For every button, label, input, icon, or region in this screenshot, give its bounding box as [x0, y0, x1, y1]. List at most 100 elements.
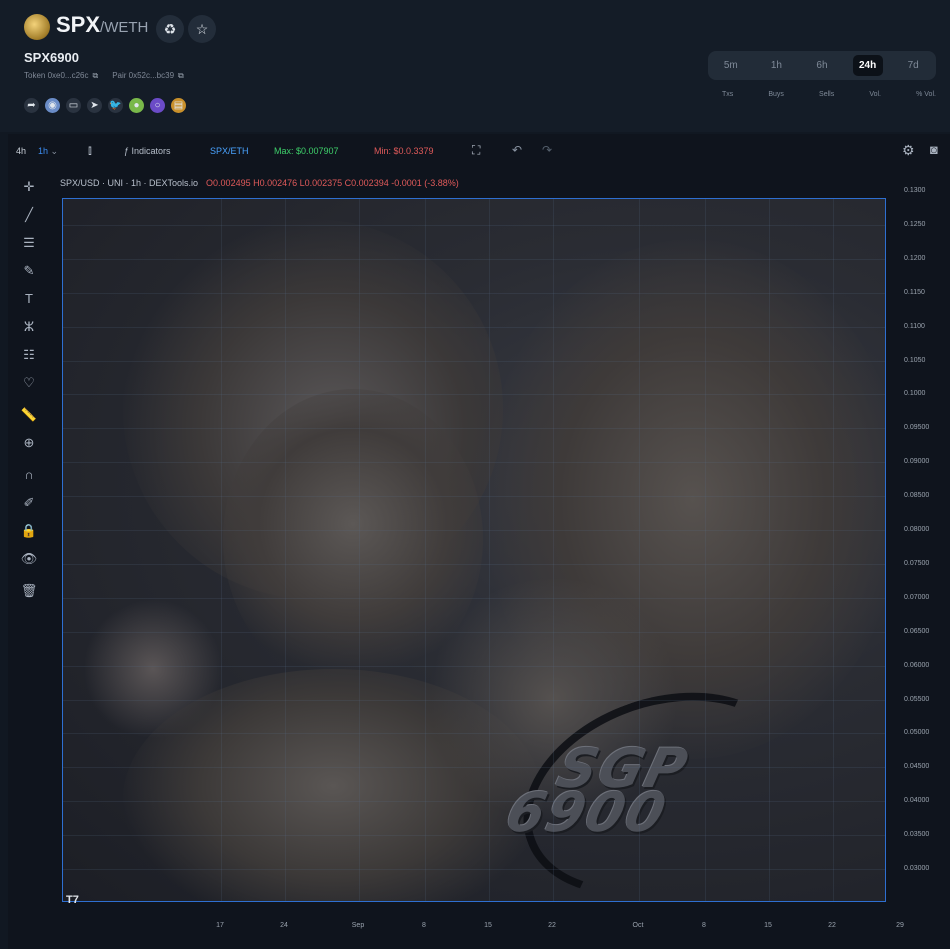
zoom-icon[interactable]: ⊕: [18, 432, 40, 454]
grid-line: [63, 462, 885, 464]
chart-plot-area[interactable]: SGP 6900: [62, 198, 886, 902]
token-header: SPX/WETH ♻ ☆ SPX6900 Token 0xe0...c26c ⧉ …: [0, 0, 950, 132]
brush-icon[interactable]: ✎: [18, 260, 40, 282]
timeframe-24h[interactable]: 24h: [852, 55, 883, 76]
website-icon[interactable]: ▭: [66, 98, 81, 113]
grid-line: [63, 665, 885, 667]
grid-line: [833, 199, 834, 901]
chart-toolbar: 4h 1h ⌄ ⫾ ƒ Indicators SPX/ETH Max: $0.0…: [8, 134, 950, 170]
sgp-logo-text: SGP 6900: [499, 737, 696, 844]
share-icon[interactable]: ➦: [24, 98, 39, 113]
legend-title: SPX/USD · UNI · 1h · DEXTools.io: [60, 178, 199, 188]
grid-line: [63, 530, 885, 532]
grid-line: [63, 699, 885, 701]
pair-address[interactable]: Pair 0x52c...bc39 ⧉: [112, 71, 184, 81]
x-tick-label: 29: [896, 922, 904, 929]
timeframe-6h[interactable]: 6h: [807, 55, 837, 76]
legend-ohlc: O0.002495 H0.002476 L0.002375 C0.002394 …: [206, 178, 459, 188]
grid-line: [63, 767, 885, 769]
x-tick-label: 24: [280, 922, 288, 929]
grid-line: [769, 199, 770, 901]
heart-icon[interactable]: ♡: [18, 372, 40, 394]
y-tick-label: 0.05000: [904, 729, 930, 737]
timeframe-selector: 5m 1h 6h 24h 7d: [708, 51, 936, 80]
bar-style-icon[interactable]: ⫾: [88, 143, 92, 158]
redo-icon[interactable]: ↷: [542, 143, 552, 157]
crosshair-icon[interactable]: ✛: [18, 176, 40, 198]
grid-line: [63, 428, 885, 430]
min-price: Min: $0.0.3379: [374, 146, 434, 156]
prediction-icon[interactable]: ☷: [18, 344, 40, 366]
grid-line: [63, 869, 885, 871]
x-tick-label: Oct: [632, 922, 644, 929]
grid-line: [63, 631, 885, 633]
quote-symbol: /WETH: [100, 19, 149, 36]
y-tick-label: 0.06500: [904, 627, 930, 635]
grid-line: [639, 199, 640, 901]
y-tick-label: 0.04000: [904, 797, 930, 805]
draw-lock-icon[interactable]: ✐: [18, 492, 40, 514]
grid-line: [553, 199, 554, 901]
pattern-icon[interactable]: ⵣ: [18, 316, 40, 338]
tradingview-logo[interactable]: T7: [66, 894, 79, 906]
grid-line: [221, 199, 222, 901]
grid-line: [63, 801, 885, 803]
trash-icon[interactable]: 🗑: [18, 580, 40, 602]
token-full-name: SPX6900: [24, 50, 79, 65]
y-tick-label: 0.1150: [904, 288, 925, 296]
copy-icon[interactable]: ⧉: [178, 71, 184, 80]
token-address[interactable]: Token 0xe0...c26c ⧉: [24, 71, 98, 81]
y-tick-label: 0.1100: [904, 322, 925, 330]
y-tick-label: 0.1000: [904, 390, 926, 398]
star-icon[interactable]: ☆: [188, 15, 216, 43]
y-tick-label: 0.08500: [904, 492, 930, 500]
undo-icon[interactable]: ↶: [512, 143, 522, 157]
telegram-icon[interactable]: ➤: [87, 98, 102, 113]
address-row: Token 0xe0...c26c ⧉ Pair 0x52c...bc39 ⧉: [24, 71, 184, 81]
audit-icon[interactable]: ▤: [171, 98, 186, 113]
y-tick-label: 0.1050: [904, 356, 926, 364]
grid-line: [285, 199, 286, 901]
fullscreen-icon[interactable]: ⛶: [472, 143, 480, 158]
y-tick-label: 0.03500: [904, 831, 930, 839]
social-links: ➦ ◉ ▭ ➤ 🐦 ● ○ ▤: [24, 98, 186, 113]
magnet-icon[interactable]: ∩: [18, 464, 40, 486]
lungs-icon[interactable]: ♻: [156, 15, 184, 43]
grid-line: [63, 224, 885, 226]
timeframe-7d[interactable]: 7d: [898, 55, 928, 76]
fib-icon[interactable]: ☰: [18, 232, 40, 254]
price-axis[interactable]: 0.1300 0.1250 0.1200 0.1150 0.1100 0.1050 0.10…: [898, 178, 948, 913]
etherscan-icon[interactable]: ◉: [45, 98, 60, 113]
grid-line: [63, 258, 885, 260]
timeframe-1h[interactable]: 1h: [761, 55, 791, 76]
x-tick-label: 15: [484, 922, 492, 929]
y-tick-label: 0.1300: [904, 187, 926, 194]
twitter-icon[interactable]: 🐦: [108, 98, 123, 113]
coingecko-icon[interactable]: ●: [129, 98, 144, 113]
eye-icon[interactable]: 👁: [18, 548, 40, 570]
copy-icon[interactable]: ⧉: [92, 71, 98, 80]
cmc-icon[interactable]: ○: [150, 98, 165, 113]
lock-icon[interactable]: 🔒: [18, 520, 40, 542]
text-icon[interactable]: T: [18, 288, 40, 310]
grid-line: [705, 199, 706, 901]
pair-toggle[interactable]: SPX/ETH: [210, 146, 249, 156]
settings-gear-icon[interactable]: ⚙: [902, 142, 915, 159]
grid-line: [63, 496, 885, 498]
grid-line: [425, 199, 426, 901]
interval-main[interactable]: 4h: [16, 146, 26, 156]
time-axis[interactable]: 17 24 Sep 8 15 22 Oct 8 15 22 29: [62, 922, 904, 938]
ruler-icon[interactable]: 📏: [18, 404, 40, 426]
camera-icon[interactable]: ◙: [930, 142, 938, 157]
interval-select[interactable]: 1h ⌄: [38, 146, 58, 157]
grid-line: [359, 199, 360, 901]
y-tick-label: 0.1200: [904, 254, 926, 262]
indicators-button[interactable]: ƒ Indicators: [124, 146, 171, 156]
y-tick-label: 0.1250: [904, 220, 926, 228]
trendline-icon[interactable]: ╱: [18, 204, 40, 226]
x-tick-label: 15: [764, 922, 772, 929]
function-icon: ƒ: [124, 146, 130, 156]
grid-line: [63, 360, 885, 362]
timeframe-5m[interactable]: 5m: [716, 55, 746, 76]
grid-line: [489, 199, 490, 901]
